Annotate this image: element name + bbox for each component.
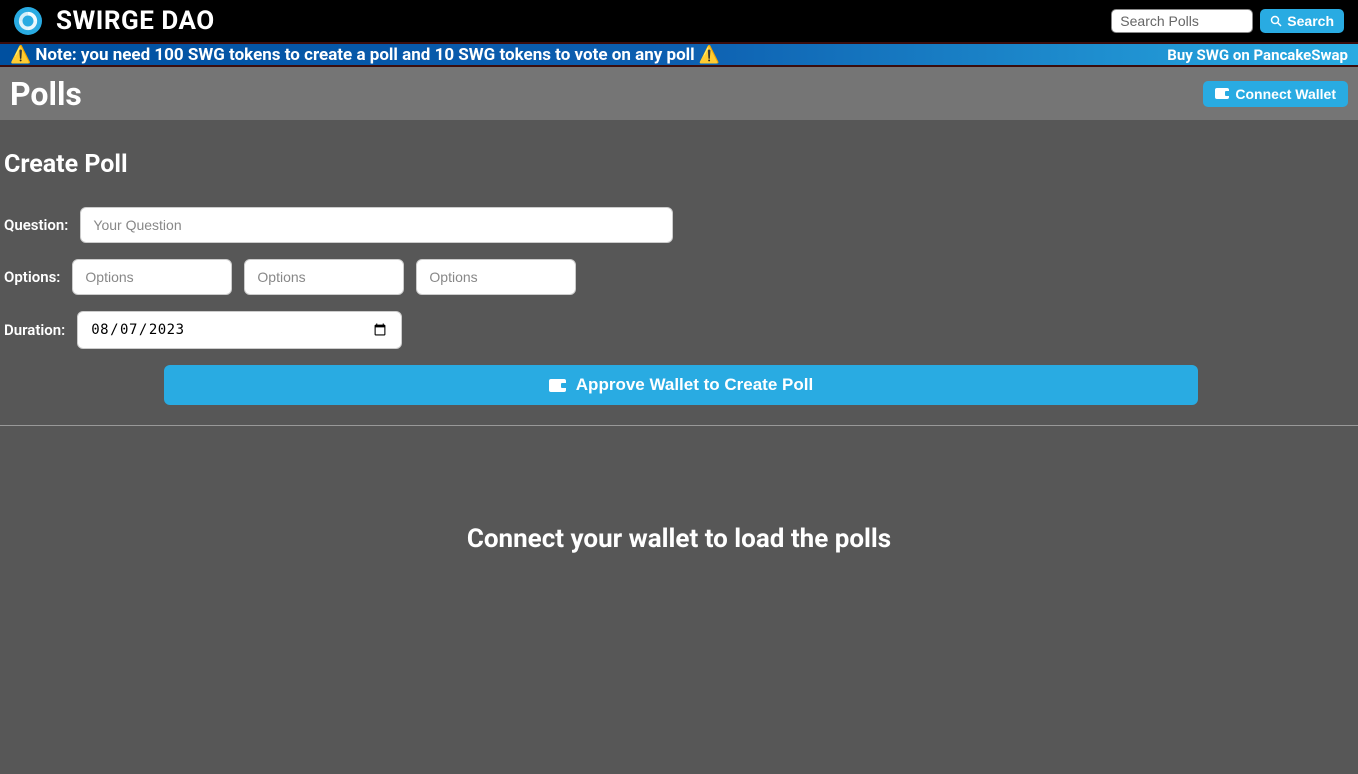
create-poll-heading: Create Poll [4, 150, 1354, 179]
brand-title: SWIRGE DAO [56, 6, 215, 36]
duration-label: Duration: [4, 321, 65, 339]
header-right: Search [1111, 9, 1344, 33]
brand-logo [14, 7, 42, 35]
buy-swg-link[interactable]: Buy SWG on PancakeSwap [1167, 46, 1348, 64]
connect-wallet-button[interactable]: Connect Wallet [1203, 81, 1348, 107]
approve-wallet-label: Approve Wallet to Create Poll [576, 375, 813, 395]
options-label: Options: [4, 268, 60, 286]
search-icon [1270, 15, 1282, 27]
create-poll-section: Create Poll Question: Options: Duration:… [0, 120, 1358, 426]
notice-bar: ⚠️ Note: you need 100 SWG tokens to crea… [0, 42, 1358, 67]
approve-wallet-button[interactable]: Approve Wallet to Create Poll [164, 365, 1198, 405]
empty-state: Connect your wallet to load the polls [0, 426, 1358, 554]
page-title: Polls [10, 75, 82, 113]
search-button[interactable]: Search [1260, 9, 1344, 33]
wallet-icon [549, 379, 566, 392]
connect-wallet-label: Connect Wallet [1235, 86, 1336, 102]
sub-header: Polls Connect Wallet [0, 67, 1358, 120]
question-label: Question: [4, 216, 68, 234]
wallet-icon [1215, 88, 1229, 99]
top-header: SWIRGE DAO Search [0, 0, 1358, 42]
swirl-icon [17, 10, 39, 32]
search-button-label: Search [1287, 13, 1334, 29]
question-input[interactable] [80, 207, 673, 243]
option-input-2[interactable] [244, 259, 404, 295]
options-row: Options: [4, 259, 1354, 295]
notice-text: ⚠️ Note: you need 100 SWG tokens to crea… [10, 45, 720, 65]
option-input-3[interactable] [416, 259, 576, 295]
question-row: Question: [4, 207, 1354, 243]
search-input[interactable] [1111, 9, 1253, 33]
duration-input[interactable] [77, 311, 402, 349]
empty-state-message: Connect your wallet to load the polls [0, 524, 1358, 554]
option-input-1[interactable] [72, 259, 232, 295]
duration-row: Duration: [4, 311, 1354, 349]
